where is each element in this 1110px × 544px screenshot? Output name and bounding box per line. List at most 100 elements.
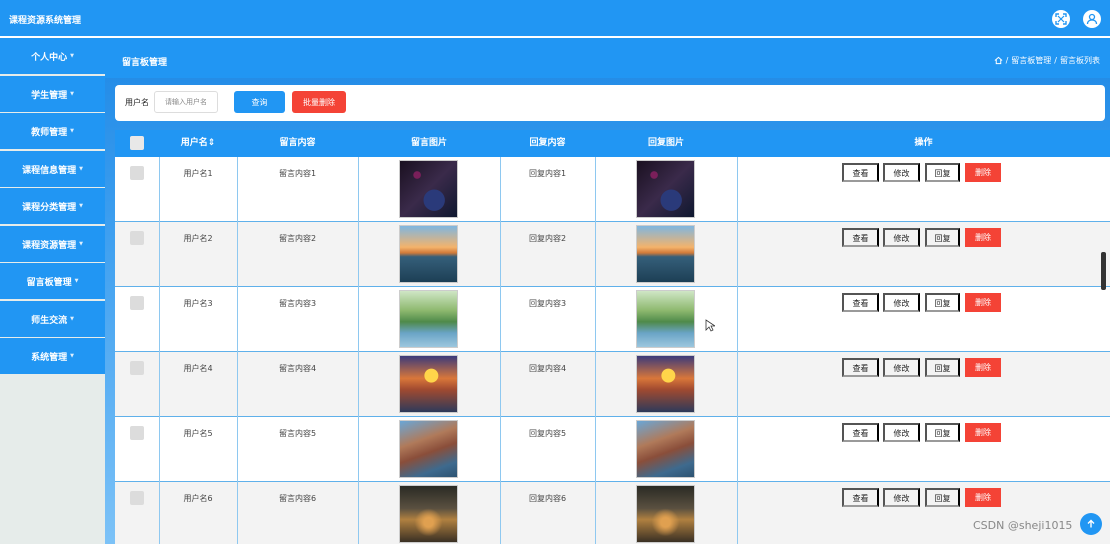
chevron-down-icon: ▼ <box>70 353 74 359</box>
breadcrumb-item[interactable]: 留言板管理 <box>1011 55 1051 66</box>
delete-button[interactable]: 删除 <box>965 488 1001 507</box>
column-divider <box>500 482 501 544</box>
column-divider <box>500 417 501 482</box>
sort-icon[interactable]: ⇕ <box>208 138 216 148</box>
message-image[interactable] <box>399 160 458 218</box>
column-header-username[interactable]: 用户名⇕ <box>159 130 237 157</box>
edit-button[interactable]: 修改 <box>883 488 920 507</box>
sidebar-item-system[interactable]: 系统管理 ▼ <box>0 338 105 374</box>
sidebar-item-course-resources[interactable]: 课程资源管理 ▼ <box>0 226 105 262</box>
reply-image[interactable] <box>636 225 695 283</box>
delete-button[interactable]: 删除 <box>965 163 1001 182</box>
chevron-down-icon: ▼ <box>70 91 74 97</box>
sidebar-item-course-info[interactable]: 课程信息管理 ▼ <box>0 151 105 187</box>
view-button[interactable]: 查看 <box>842 358 879 377</box>
row-checkbox[interactable] <box>130 166 144 180</box>
username-cell: 用户名4 <box>183 364 213 373</box>
column-divider <box>358 352 359 417</box>
username-cell: 用户名5 <box>183 429 213 438</box>
message-image[interactable] <box>399 355 458 413</box>
delete-button[interactable]: 删除 <box>965 423 1001 442</box>
column-divider <box>595 482 596 544</box>
column-divider <box>237 352 238 417</box>
chevron-down-icon: ▼ <box>74 278 79 284</box>
user-icon[interactable] <box>1083 10 1101 28</box>
column-divider <box>159 157 160 222</box>
view-button[interactable]: 查看 <box>842 423 879 442</box>
column-divider <box>159 482 160 544</box>
main-content: 留言板管理 / 留言板管理 / 留言板列表 用户名 查询 批量删除 用户名⇕ 留… <box>105 38 1110 544</box>
select-all-checkbox[interactable] <box>130 136 144 150</box>
column-divider <box>159 417 160 482</box>
sidebar-item-course-category[interactable]: 课程分类管理 ▼ <box>0 188 105 224</box>
breadcrumb-item: 留言板列表 <box>1060 56 1100 65</box>
edit-button[interactable]: 修改 <box>883 228 920 247</box>
chevron-down-icon: ▼ <box>79 203 83 209</box>
message-image[interactable] <box>399 485 458 543</box>
table-row: 用户名1 留言内容1 回复内容1 查看 修改 回复 删除 <box>115 157 1110 222</box>
username-cell: 用户名2 <box>183 234 213 243</box>
reply-image[interactable] <box>636 290 695 348</box>
chevron-down-icon: ▼ <box>79 241 83 247</box>
sidebar-item-personal-center[interactable]: 个人中心 ▼ <box>0 38 105 74</box>
fullscreen-icon[interactable] <box>1052 10 1070 28</box>
row-checkbox[interactable] <box>130 361 144 375</box>
reply-image[interactable] <box>636 355 695 413</box>
column-header-reply: 回复内容 <box>529 138 566 148</box>
reply-button[interactable]: 回复 <box>925 293 960 312</box>
home-icon[interactable] <box>994 56 1003 65</box>
reply-cell: 回复内容5 <box>528 429 567 438</box>
reply-button[interactable]: 回复 <box>925 358 960 377</box>
app-title: 课程资源系统管理 <box>9 16 82 26</box>
sidebar-item-teacher-student-chat[interactable]: 师生交流 ▼ <box>0 301 105 337</box>
row-checkbox[interactable] <box>130 296 144 310</box>
sidebar-item-teachers[interactable]: 教师管理 ▼ <box>0 113 105 149</box>
reply-image[interactable] <box>636 485 695 543</box>
reply-cell: 回复内容2 <box>528 234 567 243</box>
column-divider <box>237 157 238 222</box>
edit-button[interactable]: 修改 <box>883 358 920 377</box>
reply-button[interactable]: 回复 <box>925 488 960 507</box>
edit-button[interactable]: 修改 <box>883 163 920 182</box>
reply-cell: 回复内容3 <box>528 299 567 308</box>
delete-button[interactable]: 删除 <box>965 228 1001 247</box>
reply-cell: 回复内容4 <box>528 364 567 373</box>
username-search-input[interactable] <box>154 91 218 113</box>
search-bar: 用户名 查询 批量删除 <box>115 85 1105 121</box>
reply-button[interactable]: 回复 <box>925 163 960 182</box>
sidebar-item-message-board[interactable]: 留言板管理 ▼ <box>0 263 105 299</box>
view-button[interactable]: 查看 <box>842 163 879 182</box>
view-button[interactable]: 查看 <box>842 293 879 312</box>
message-image[interactable] <box>399 225 458 283</box>
column-divider <box>358 417 359 482</box>
view-button[interactable]: 查看 <box>842 488 879 507</box>
edit-button[interactable]: 修改 <box>883 423 920 442</box>
row-checkbox[interactable] <box>130 426 144 440</box>
reply-image[interactable] <box>636 160 695 218</box>
back-to-top-button[interactable] <box>1080 513 1102 535</box>
column-header-message-image: 留言图片 <box>410 138 447 148</box>
message-image[interactable] <box>399 420 458 478</box>
delete-button[interactable]: 删除 <box>965 358 1001 377</box>
view-button[interactable]: 查看 <box>842 228 879 247</box>
delete-button[interactable]: 删除 <box>965 293 1001 312</box>
reply-button[interactable]: 回复 <box>925 423 960 442</box>
message-cell: 留言内容1 <box>278 169 317 178</box>
row-checkbox[interactable] <box>130 491 144 505</box>
vertical-scrollbar[interactable] <box>1101 252 1106 290</box>
edit-button[interactable]: 修改 <box>883 293 920 312</box>
chevron-down-icon: ▼ <box>79 166 83 172</box>
batch-delete-button[interactable]: 批量删除 <box>292 91 346 113</box>
message-cell: 留言内容4 <box>278 364 317 373</box>
column-divider <box>159 352 160 417</box>
row-checkbox[interactable] <box>130 231 144 245</box>
reply-image[interactable] <box>636 420 695 478</box>
reply-button[interactable]: 回复 <box>925 228 960 247</box>
message-image[interactable] <box>399 290 458 348</box>
column-divider <box>500 352 501 417</box>
chevron-down-icon: ▼ <box>70 316 74 322</box>
table-row: 用户名2 留言内容2 回复内容2 查看 修改 回复 删除 <box>115 222 1110 287</box>
arrow-up-icon <box>1087 519 1095 528</box>
sidebar-item-students[interactable]: 学生管理 ▼ <box>0 76 105 112</box>
search-button[interactable]: 查询 <box>234 91 285 113</box>
